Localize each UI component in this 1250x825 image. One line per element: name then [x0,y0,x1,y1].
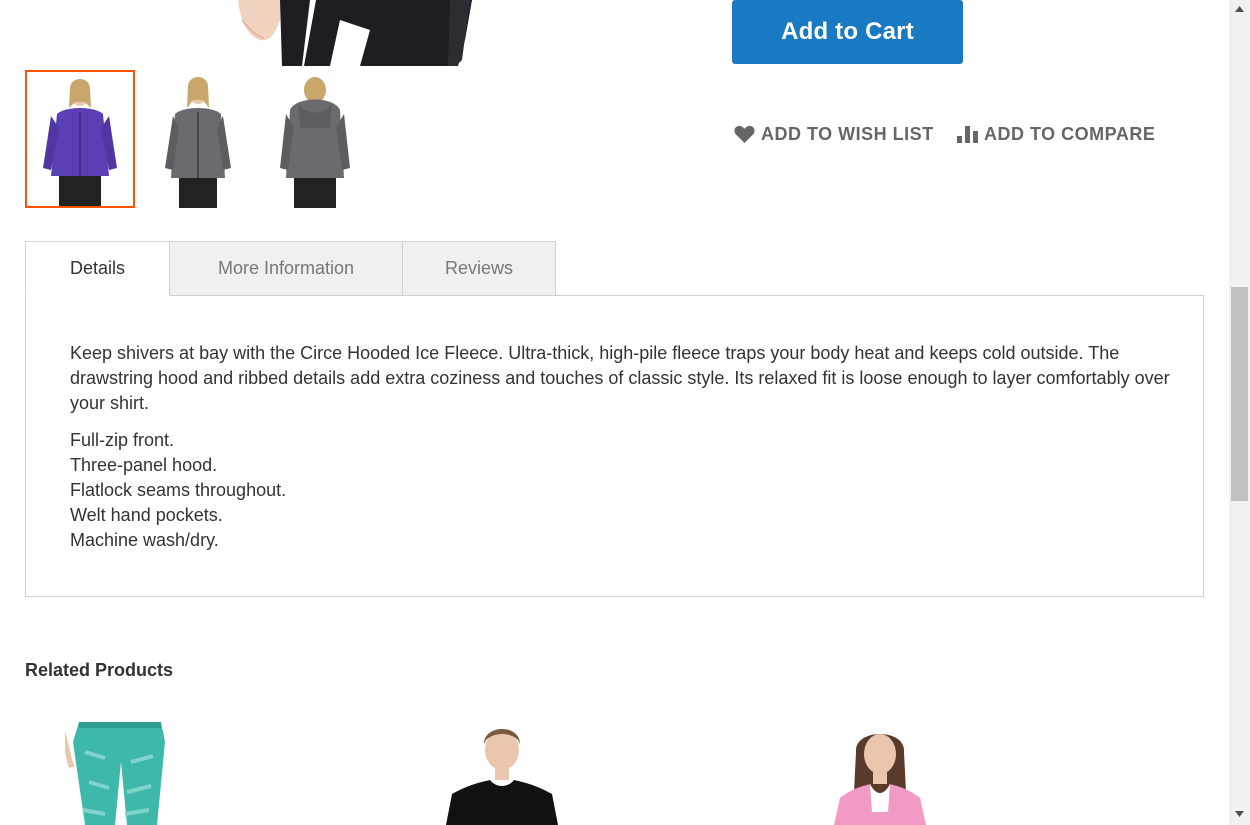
tab-more-information[interactable]: More Information [169,241,403,296]
scroll-down-arrow-icon[interactable] [1229,805,1250,822]
product-thumbnail-purple[interactable] [25,70,135,208]
vertical-scrollbar[interactable] [1229,0,1250,825]
add-to-cart-button[interactable]: Add to Cart [732,0,963,64]
compare-label: ADD TO COMPARE [984,123,1156,144]
related-product-pink-top-image[interactable] [820,722,940,825]
description-text: Keep shivers at bay with the Circe Hoode… [70,343,1170,413]
related-product-black-top-image[interactable] [440,722,570,825]
feature-item: Machine wash/dry. [70,530,219,550]
wishlist-label: ADD TO WISH LIST [761,123,934,144]
feature-item: Three-panel hood. [70,455,218,475]
scroll-up-arrow-icon[interactable] [1229,0,1250,17]
feature-list: Full-zip front. Three-panel hood. Flatlo… [70,428,1170,553]
heart-icon [734,125,755,144]
tab-details[interactable]: Details [25,241,170,296]
product-description: Keep shivers at bay with the Circe Hoode… [70,341,1170,553]
feature-item: Full-zip front. [70,430,175,450]
tab-reviews[interactable]: Reviews [402,241,556,296]
feature-item: Flatlock seams throughout. [70,480,287,500]
product-thumbnail-gray-front[interactable] [143,70,253,208]
product-thumbnail-gray-back[interactable] [260,70,370,208]
related-product-leggings-image[interactable] [65,722,175,825]
details-tab-panel: Keep shivers at bay with the Circe Hoode… [25,295,1204,597]
product-page: Add to Cart ADD TO WISH LIST ADD TO COMP… [0,0,1229,825]
related-products-title: Related Products [25,660,174,680]
add-to-compare-link[interactable]: ADD TO COMPARE [957,120,1155,148]
main-product-image[interactable] [220,0,490,67]
feature-item: Welt hand pockets. [70,505,223,525]
add-to-wishlist-link[interactable]: ADD TO WISH LIST [734,120,934,148]
scrollbar-thumb[interactable] [1231,287,1248,501]
bar-chart-compare-icon [957,125,978,143]
